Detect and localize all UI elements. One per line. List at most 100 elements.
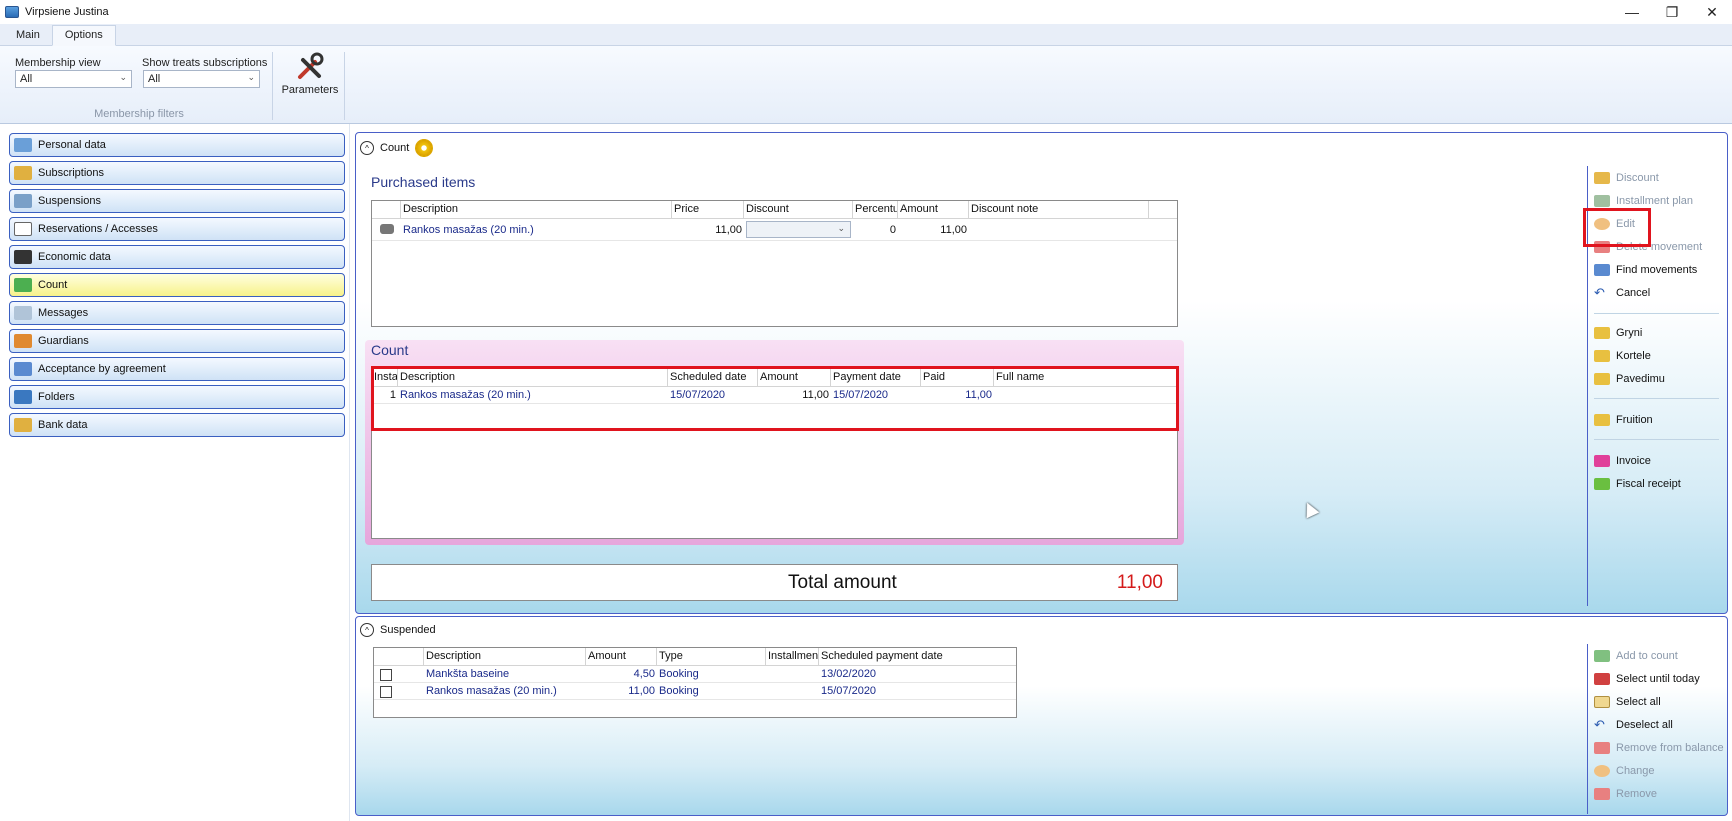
count-panel-header: ^ Count xyxy=(360,139,434,157)
membership-view-label: Membership view xyxy=(15,57,101,69)
close-icon[interactable]: ✕ xyxy=(1692,0,1732,24)
table-header: Description Price Discount Percentu Amou… xyxy=(372,201,1177,219)
action-label: Remove from balance xyxy=(1616,742,1724,754)
gear-icon[interactable] xyxy=(415,139,434,157)
nav-folders[interactable]: Folders xyxy=(9,385,345,409)
card-icon xyxy=(14,166,32,180)
nav-label: Guardians xyxy=(38,335,89,347)
total-amount-box: Total amount 11,00 xyxy=(371,564,1178,601)
show-treats-value: All xyxy=(148,73,161,85)
nav-bank-data[interactable]: Bank data xyxy=(9,413,345,437)
cancel-button[interactable]: ↶ Cancel xyxy=(1594,286,1650,299)
nav-guardians[interactable]: Guardians xyxy=(9,329,345,353)
chevron-down-icon: ⌄ xyxy=(837,223,845,233)
suspension-icon xyxy=(14,194,32,208)
invoice-button[interactable]: Invoice xyxy=(1594,455,1651,467)
card-payment-icon xyxy=(1594,350,1610,362)
nav-label: Count xyxy=(38,279,68,291)
window-title: Virpsiene Justina xyxy=(25,6,109,18)
select-until-today-button[interactable]: Select until today xyxy=(1594,673,1700,685)
app-icon xyxy=(5,6,19,18)
row-select xyxy=(374,666,424,682)
column-header[interactable]: Type xyxy=(657,648,766,665)
tab-main[interactable]: Main xyxy=(4,26,52,45)
nav-suspensions[interactable]: Suspensions xyxy=(9,189,345,213)
nav-count[interactable]: Count xyxy=(9,273,345,297)
nav-subscriptions[interactable]: Subscriptions xyxy=(9,161,345,185)
collapse-icon[interactable]: ^ xyxy=(360,141,374,155)
checklist-icon xyxy=(14,222,32,236)
find-movements-button[interactable]: Find movements xyxy=(1594,264,1697,276)
column-header[interactable]: Scheduled payment date xyxy=(819,648,1014,665)
column-header[interactable]: Amount xyxy=(586,648,657,665)
column-header-icon xyxy=(372,201,401,218)
action-label: Find movements xyxy=(1616,264,1698,276)
column-header[interactable]: Description xyxy=(424,648,586,665)
installment-plan-button[interactable]: Installment plan xyxy=(1594,195,1693,207)
action-label: Kortele xyxy=(1616,350,1651,362)
remove-from-balance-button[interactable]: Remove from balance xyxy=(1594,742,1724,754)
cell-amount: 11,00 xyxy=(628,685,655,697)
nav-personal-data[interactable]: Personal data xyxy=(9,133,345,157)
action-label: Fiscal receipt xyxy=(1616,478,1681,490)
show-treats-select[interactable]: All ⌄ xyxy=(143,70,260,88)
cell-discount: ⌄ xyxy=(744,219,853,240)
nav-label: Reservations / Accesses xyxy=(38,223,158,235)
suspended-panel: ^ Suspended Description Amount Type Inst… xyxy=(355,616,1728,816)
actions-separator xyxy=(1594,313,1719,314)
nav-messages[interactable]: Messages xyxy=(9,301,345,325)
parameters-button[interactable]: Parameters xyxy=(279,52,341,102)
add-to-count-button[interactable]: Add to count xyxy=(1594,650,1678,662)
column-header[interactable]: Discount note xyxy=(969,201,1149,218)
fruition-button[interactable]: Fruition xyxy=(1594,414,1653,426)
tab-options[interactable]: Options xyxy=(51,25,116,46)
deselect-all-button[interactable]: ↶ Deselect all xyxy=(1594,718,1673,731)
column-header[interactable]: Discount xyxy=(744,201,853,218)
select-all-button[interactable]: Select all xyxy=(1594,696,1661,708)
remove-button[interactable]: Remove xyxy=(1594,788,1657,800)
table-row[interactable]: Mankšta baseine 4,50 Booking 13/02/2020 xyxy=(374,666,1016,683)
cell-note xyxy=(969,219,1149,240)
nav-acceptance[interactable]: Acceptance by agreement xyxy=(9,357,345,381)
nav-economic-data[interactable]: Economic data xyxy=(9,245,345,269)
action-label: Change xyxy=(1616,765,1655,777)
pavedimu-button[interactable]: Pavedimu xyxy=(1594,373,1665,385)
column-header[interactable]: Price xyxy=(672,201,744,218)
action-label: Add to count xyxy=(1616,650,1678,662)
installment-icon xyxy=(1594,195,1610,207)
cash-icon xyxy=(1594,327,1610,339)
count-panel: ^ Count Purchased items Description Pric… xyxy=(355,132,1728,614)
column-header[interactable]: Description xyxy=(401,201,672,218)
change-button[interactable]: Change xyxy=(1594,765,1655,777)
money-icon xyxy=(14,278,32,292)
membership-view-select[interactable]: All ⌄ xyxy=(15,70,132,88)
remove-icon xyxy=(1594,742,1610,754)
column-header[interactable]: Amount xyxy=(898,201,969,218)
fiscal-receipt-button[interactable]: Fiscal receipt xyxy=(1594,478,1681,490)
column-header[interactable]: Installmen xyxy=(766,648,819,665)
row-checkbox[interactable] xyxy=(380,686,392,698)
invoice-icon xyxy=(1594,455,1610,467)
calendar-icon xyxy=(1594,673,1610,685)
nav-label: Suspensions xyxy=(38,195,101,207)
total-amount-label: Total amount xyxy=(788,572,897,593)
gryni-button[interactable]: Gryni xyxy=(1594,327,1642,339)
minimize-icon[interactable]: — xyxy=(1612,0,1652,24)
left-navigation: Personal data Subscriptions Suspensions … xyxy=(0,124,350,821)
column-header[interactable]: Percentu xyxy=(853,201,898,218)
discount-select[interactable]: ⌄ xyxy=(746,221,851,238)
nav-label: Messages xyxy=(38,307,89,319)
table-row[interactable]: Rankos masažas (20 min.) 11,00 Booking 1… xyxy=(374,683,1016,700)
row-checkbox[interactable] xyxy=(380,669,392,681)
ribbon: Membership view All ⌄ Show treats subscr… xyxy=(0,46,1732,124)
kortele-button[interactable]: Kortele xyxy=(1594,350,1651,362)
restore-icon[interactable]: ❐ xyxy=(1652,0,1692,24)
discount-button[interactable]: Discount xyxy=(1594,172,1659,184)
table-row[interactable]: Rankos masažas (20 min.) 11,00 ⌄ 0 11,00 xyxy=(372,219,1177,241)
action-label: Select all xyxy=(1616,696,1661,708)
nav-reservations[interactable]: Reservations / Accesses xyxy=(9,217,345,241)
collapse-icon[interactable]: ^ xyxy=(360,623,374,637)
purchased-items-title: Purchased items xyxy=(371,174,476,190)
cell-amount: 4,50 xyxy=(633,668,655,680)
remove-icon xyxy=(1594,788,1610,800)
